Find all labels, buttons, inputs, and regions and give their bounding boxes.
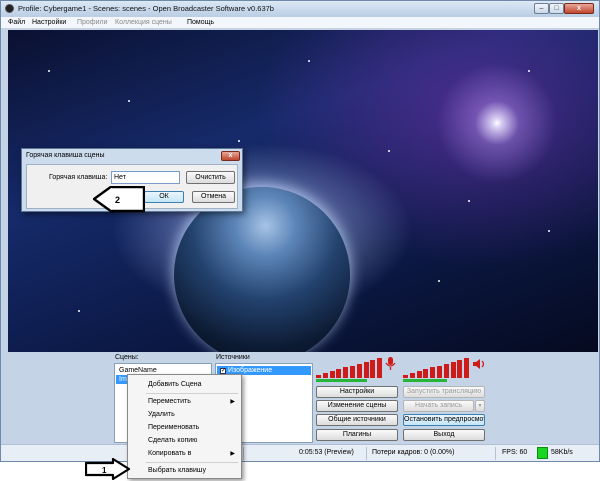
ctx-copy-to-label: Копировать в: [148, 450, 192, 457]
ctx-add-scene[interactable]: Добавить Сцена: [128, 379, 241, 391]
meter-bar: [336, 369, 342, 378]
title-bar[interactable]: Profile: Cybergame1 - Scenes: scenes - O…: [1, 1, 599, 17]
status-divider: [495, 447, 496, 460]
star: [548, 230, 550, 232]
close-button[interactable]: x: [564, 3, 594, 14]
scenes-label: Сцены:: [115, 354, 139, 361]
bitrate-readout: 58Kb/s: [551, 449, 573, 456]
plugins-button[interactable]: Плагины: [316, 429, 398, 441]
ok-button[interactable]: ОК: [144, 191, 184, 203]
scene-context-menu: Добавить Сцена Переместить ▶ Удалить Пере…: [127, 374, 242, 479]
ctx-delete[interactable]: Удалить: [128, 409, 241, 421]
dialog-close-button[interactable]: x: [221, 151, 240, 161]
menu-scene-collection[interactable]: Коллекция сцены: [115, 19, 172, 26]
dialog-title: Горячая клавиша сцены: [26, 152, 105, 159]
meter-bar: [363, 361, 369, 378]
star: [388, 150, 390, 152]
ctx-separator: [146, 462, 238, 463]
ctx-move[interactable]: Переместить ▶: [128, 396, 241, 408]
microphone-icon[interactable]: [385, 357, 396, 371]
star: [468, 200, 470, 202]
obs-main-window: Profile: Cybergame1 - Scenes: scenes - O…: [0, 0, 600, 462]
clear-hotkey-button[interactable]: Очистить: [186, 171, 235, 184]
meter-bar: [464, 358, 470, 378]
meter-bar: [423, 369, 429, 378]
global-sources-button[interactable]: Общие источники: [316, 414, 398, 426]
ctx-duplicate[interactable]: Сделать копию: [128, 435, 241, 447]
meter-bar: [316, 375, 321, 378]
fps-readout: FPS: 60: [502, 449, 528, 456]
ctx-rename[interactable]: Переименовать: [128, 422, 241, 434]
sources-label: Источники: [216, 354, 250, 361]
source-item-label: Изображение: [228, 367, 273, 374]
hotkey-label: Горячая клавиша:: [49, 174, 108, 181]
meter-bar: [437, 365, 442, 378]
obs-logo-icon: [5, 4, 14, 13]
mic-volume-meter[interactable]: [316, 356, 384, 384]
star: [78, 310, 80, 312]
status-divider: [366, 447, 367, 460]
stream-health-indicator: [537, 447, 548, 459]
status-divider: [243, 447, 244, 460]
meter-bar: [356, 363, 362, 378]
scene-edit-button[interactable]: Изменение сцены: [316, 400, 398, 412]
meter-bar: [403, 375, 408, 378]
meter-bar: [322, 373, 328, 378]
dropped-frames: Потери кадров: 0 (0.00%): [372, 449, 455, 456]
menu-settings[interactable]: Настройки: [32, 19, 66, 26]
meter-bar: [443, 363, 449, 378]
star: [308, 60, 310, 62]
meter-bar: [329, 371, 335, 378]
menu-bar: Файл Настройки Профили Коллекция сцены П…: [1, 17, 599, 29]
meter-bar: [416, 371, 422, 378]
meter-bar: [350, 365, 355, 378]
submenu-arrow-icon: ▶: [230, 399, 235, 405]
record-dropdown-button[interactable]: ▼: [475, 400, 485, 412]
settings-button[interactable]: Настройки: [316, 386, 398, 398]
hotkey-input[interactable]: [111, 171, 180, 184]
annotation-number-2: 2: [115, 195, 120, 205]
stop-preview-button[interactable]: Остановить предпросмотр: [403, 414, 485, 426]
annotation-number-1: 1: [102, 466, 107, 475]
exit-button[interactable]: Выход: [403, 429, 485, 441]
menu-help[interactable]: Помощь: [187, 19, 214, 26]
meter-bar: [430, 367, 436, 378]
minimize-button[interactable]: –: [534, 3, 549, 14]
stream-time: 0:05:53 (Preview): [299, 449, 354, 456]
star: [528, 70, 530, 72]
meter-bar: [377, 358, 383, 378]
speaker-icon[interactable]: [472, 358, 486, 370]
ctx-move-label: Переместить: [148, 398, 191, 405]
ctx-copy-to[interactable]: Копировать в ▶: [128, 448, 241, 460]
meter-level-fill: [403, 379, 448, 382]
start-record-button[interactable]: Начать запись: [403, 400, 474, 412]
start-stream-button[interactable]: Запустить трансляцию: [403, 386, 485, 398]
annotation-arrow-1: 1: [85, 458, 131, 480]
ctx-select-hotkey[interactable]: Выбрать клавишу: [128, 465, 241, 477]
menu-profiles[interactable]: Профили: [77, 19, 107, 26]
maximize-button[interactable]: □: [549, 3, 564, 14]
meter-bar: [370, 359, 376, 378]
meter-level-fill: [316, 379, 367, 382]
meter-bar: [343, 367, 349, 378]
menu-file[interactable]: Файл: [8, 19, 25, 26]
cancel-button[interactable]: Отмена: [192, 191, 235, 203]
meter-bar: [450, 361, 456, 378]
star: [438, 280, 440, 282]
annotation-arrow-2: 2: [93, 186, 145, 213]
window-title: Profile: Cybergame1 - Scenes: scenes - O…: [18, 4, 274, 13]
star: [48, 70, 50, 72]
ctx-separator: [146, 393, 238, 394]
star: [238, 140, 240, 142]
submenu-arrow-icon: ▶: [230, 451, 235, 457]
star: [128, 100, 130, 102]
meter-bar: [457, 359, 463, 378]
meter-bar: [409, 373, 415, 378]
desktop-volume-meter[interactable]: [403, 356, 471, 384]
